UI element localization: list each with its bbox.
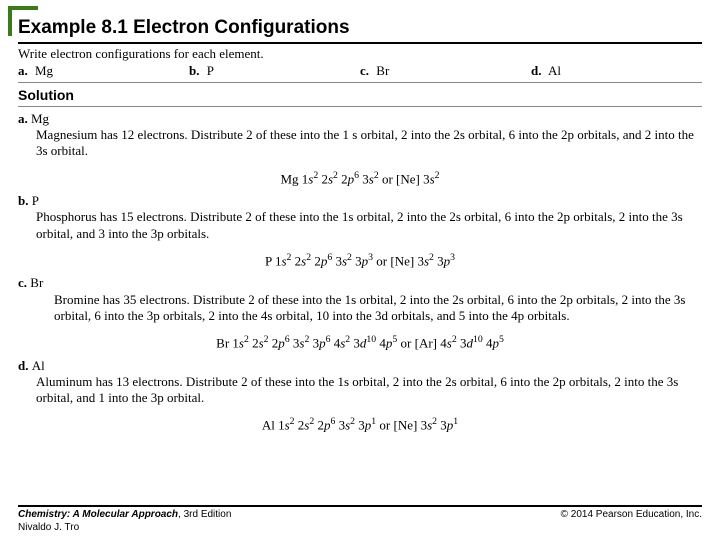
footer-left: Chemistry: A Molecular Approach, 3rd Edi… <box>18 509 231 534</box>
item-config: Al 1s2 2s2 2p6 3s2 3p1 or [Ne] 3s2 3p1 <box>18 416 702 434</box>
book-edition: , 3rd Edition <box>178 509 231 520</box>
option-c: c. Br <box>360 63 531 79</box>
solution-item: a. MgMagnesium has 12 electrons. Distrib… <box>18 111 702 187</box>
solution-item: b. PPhosphorus has 15 electrons. Distrib… <box>18 193 702 269</box>
item-element: P <box>32 193 39 208</box>
option-text: Br <box>376 63 389 78</box>
item-label: b. <box>18 193 32 208</box>
item-config: P 1s2 2s2 2p6 3s2 3p3 or [Ne] 3s2 3p3 <box>18 252 702 270</box>
option-text: Al <box>548 63 561 78</box>
options-row: a. Mg b. P c. Br d. Al <box>18 63 702 83</box>
example-title: Example 8.1 Electron Configurations <box>18 12 702 44</box>
solutions-container: a. MgMagnesium has 12 electrons. Distrib… <box>18 111 702 434</box>
corner-decoration <box>8 6 38 36</box>
item-element: Br <box>30 275 43 290</box>
item-config: Br 1s2 2s2 2p6 3s2 3p6 4s2 3d10 4p5 or [… <box>18 334 702 352</box>
item-element: Al <box>32 358 45 373</box>
item-label: c. <box>18 275 30 290</box>
solution-item: c. BrBromine has 35 electrons. Distribut… <box>18 275 702 351</box>
item-body: Bromine has 35 electrons. Distribute 2 o… <box>54 292 702 325</box>
item-config: Mg 1s2 2s2 2p6 3s2 or [Ne] 3s2 <box>18 170 702 188</box>
option-label: a. <box>18 63 28 78</box>
item-header: a. Mg <box>18 111 702 127</box>
footer-copyright: © 2014 Pearson Education, Inc. <box>561 509 702 534</box>
item-body: Phosphorus has 15 electrons. Distribute … <box>36 209 702 242</box>
book-title: Chemistry: A Molecular Approach <box>18 509 178 520</box>
option-text: P <box>207 63 214 78</box>
item-body: Magnesium has 12 electrons. Distribute 2… <box>36 127 702 160</box>
item-header: b. P <box>18 193 702 209</box>
item-element: Mg <box>31 111 49 126</box>
prompt-text: Write electron configurations for each e… <box>18 46 702 62</box>
book-author: Nivaldo J. Tro <box>18 522 231 535</box>
item-label: d. <box>18 358 32 373</box>
option-a: a. Mg <box>18 63 189 79</box>
option-d: d. Al <box>531 63 702 79</box>
solution-heading: Solution <box>18 87 702 107</box>
solution-item: d. AlAluminum has 13 electrons. Distribu… <box>18 358 702 434</box>
item-header: c. Br <box>18 275 702 291</box>
option-label: d. <box>531 63 541 78</box>
footer: Chemistry: A Molecular Approach, 3rd Edi… <box>18 505 702 534</box>
item-label: a. <box>18 111 31 126</box>
option-label: b. <box>189 63 199 78</box>
option-label: c. <box>360 63 369 78</box>
option-b: b. P <box>189 63 360 79</box>
item-body: Aluminum has 13 electrons. Distribute 2 … <box>36 374 702 407</box>
option-text: Mg <box>35 63 53 78</box>
item-header: d. Al <box>18 358 702 374</box>
